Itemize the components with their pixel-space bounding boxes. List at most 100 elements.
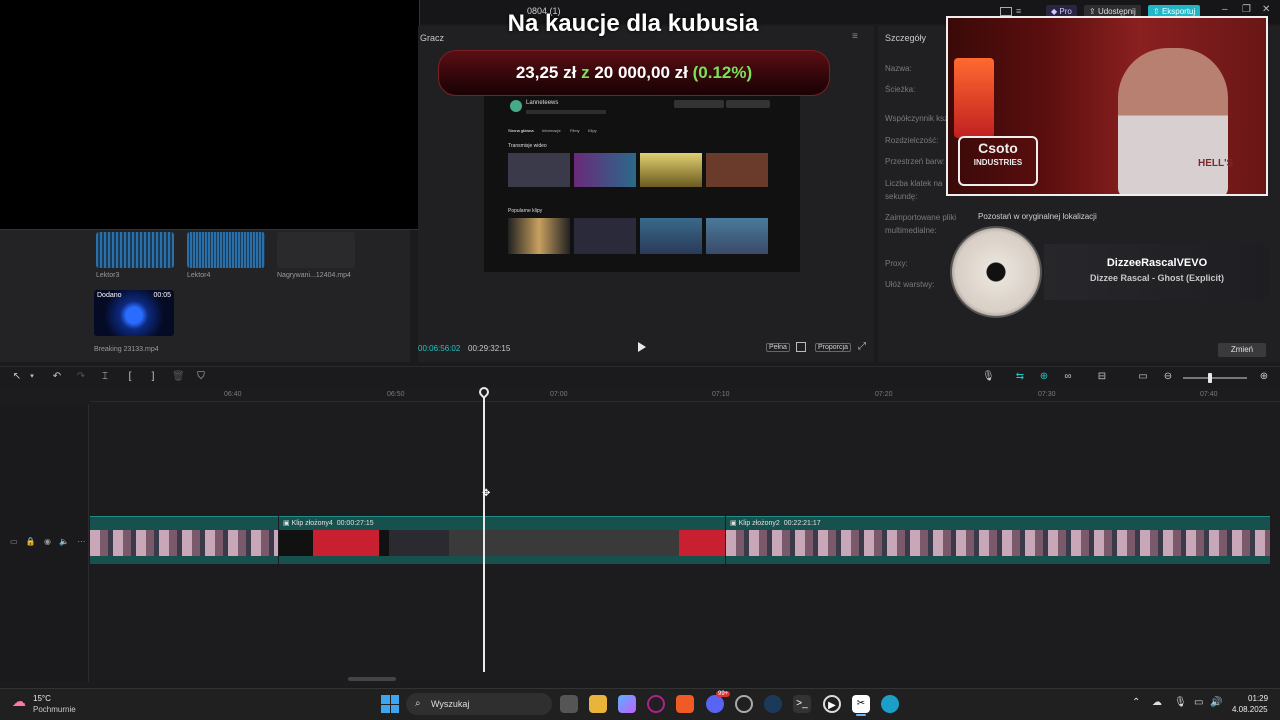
start-icon[interactable]	[381, 695, 399, 713]
caption-icon[interactable]: ▭	[1137, 371, 1149, 383]
player-preview: Lanneteews Strona główna Informacje Film…	[484, 96, 800, 272]
clock-date[interactable]: 4.08.2025	[1232, 705, 1268, 714]
ruler-label: 07:00	[550, 391, 568, 398]
track-cover-icon[interactable]: ▭	[10, 537, 18, 546]
video-card	[508, 153, 570, 187]
detail-label-proxy: Proxy:	[885, 259, 908, 268]
capcut-icon[interactable]: ✂	[852, 695, 870, 713]
chevron-up-icon[interactable]: ⌃	[1132, 697, 1140, 708]
cloud-icon[interactable]: ☁	[1152, 697, 1162, 708]
trim-left-icon[interactable]: [	[124, 371, 136, 383]
export-icon: ⇧	[1153, 7, 1162, 16]
steam-icon[interactable]	[764, 695, 782, 713]
play-button[interactable]	[638, 342, 646, 352]
player-menu-icon[interactable]: ≡	[852, 31, 858, 42]
horizontal-scrollbar[interactable]	[348, 677, 396, 681]
shield-icon[interactable]: ⛉	[195, 371, 207, 383]
zoom-slider-thumb[interactable]	[1208, 373, 1212, 383]
donation-goal: 20 000,00 zł	[594, 63, 688, 82]
clock-time[interactable]: 01:29	[1248, 694, 1268, 703]
media-player-icon[interactable]: ▶	[823, 695, 841, 713]
stream-black-overlay	[0, 0, 420, 230]
ruler-label: 07:10	[712, 391, 730, 398]
copilot-icon[interactable]	[618, 695, 636, 713]
media-item[interactable]: Dodano 00:05 Breaking 23133.mp4	[94, 290, 174, 353]
task-view-icon[interactable]	[560, 695, 578, 713]
redo-icon[interactable]: ↷	[75, 371, 87, 383]
section-title: Popularne klipy	[508, 208, 543, 214]
ruler[interactable]	[90, 388, 1280, 402]
video-card	[706, 218, 768, 254]
video-thumb	[277, 232, 355, 268]
taskbar	[0, 688, 1280, 720]
chrome-icon[interactable]	[735, 695, 753, 713]
shirt-text: HELL'S	[1198, 158, 1234, 169]
playhead[interactable]	[483, 392, 485, 672]
clip[interactable]: ▣ Klip złożony2 00:22:21:17	[726, 516, 1270, 564]
microphone-icon[interactable]: 🎙	[982, 371, 995, 383]
split-icon[interactable]: ⌶	[99, 371, 111, 383]
video-card	[640, 153, 702, 187]
file-explorer-icon[interactable]	[589, 695, 607, 713]
minimize-icon[interactable]: –	[1222, 4, 1228, 15]
magnet-icon[interactable]: ⊕	[1038, 371, 1050, 383]
import-value: Pozostań w oryginalnej lokalizacji	[978, 212, 1097, 221]
chain-icon[interactable]: ∞	[1062, 371, 1074, 383]
pc-case-light	[954, 58, 994, 138]
close-icon[interactable]: ✕	[1262, 4, 1270, 15]
media-item[interactable]: Lektor3	[96, 232, 174, 279]
discord-icon[interactable]	[706, 695, 724, 713]
opera-icon[interactable]	[647, 695, 665, 713]
volume-icon[interactable]: 🔊	[1210, 697, 1222, 708]
webcam-overlay: Csoto INDUSTRIES HELL'S	[946, 16, 1268, 196]
added-badge: Dodano	[97, 292, 122, 299]
microphone-tray-icon[interactable]: 🎙	[1174, 697, 1187, 708]
ratio-button[interactable]: Proporcja	[815, 343, 851, 352]
full-quality-button[interactable]: Pełna	[766, 343, 790, 352]
weather-desc[interactable]: Pochmurnie	[33, 705, 76, 714]
fullscreen-icon[interactable]: ⤢	[858, 341, 866, 352]
total-time: 00:29:32:15	[468, 344, 511, 353]
ruler-label: 07:30	[1038, 391, 1056, 398]
channel-tab: Filmy	[570, 128, 580, 133]
trim-right-icon[interactable]: ]	[147, 371, 159, 383]
delete-icon[interactable]: 🗑	[172, 371, 185, 383]
terminal-icon[interactable]: >_	[793, 695, 811, 713]
zoom-in-icon[interactable]: ⊕	[1258, 371, 1270, 383]
detail-label-fps-1: Liczba klatek na	[885, 179, 943, 188]
taskbar-search[interactable]: ⌕ Wyszukaj	[406, 693, 552, 715]
undo-icon[interactable]: ↶	[51, 371, 63, 383]
more-icon[interactable]: ⋯	[77, 537, 85, 546]
media-item[interactable]: Lektor4	[187, 232, 265, 279]
detail-label-resolution: Rozdzielczość:	[885, 136, 939, 145]
change-button[interactable]: Zmień	[1218, 343, 1266, 357]
clip[interactable]: ▣ Klip złożony4 00:00:27:15	[279, 516, 725, 564]
clip-thumbnails	[90, 530, 278, 556]
weather-icon[interactable]: ☁	[12, 693, 26, 710]
speaker-icon[interactable]: 🔈	[59, 537, 69, 546]
layout-icon[interactable]	[1000, 7, 1012, 16]
ruler-label: 07:20	[875, 391, 893, 398]
menu-icon[interactable]: ≡	[1016, 6, 1021, 16]
ruler-label: 06:50	[387, 391, 405, 398]
zoom-slider-track[interactable]	[1183, 377, 1247, 379]
channel-button	[674, 100, 724, 108]
chevron-down-icon[interactable]: ▾	[26, 371, 38, 383]
video-card	[574, 218, 636, 254]
preview-axis-icon[interactable]: ⊟	[1096, 371, 1108, 383]
media-panel: Lektor3 Lektor4 Nagrywani...12404.mp4 Do…	[0, 230, 410, 362]
link-icon[interactable]: ⇆	[1014, 371, 1026, 383]
eye-icon[interactable]: ◉	[44, 537, 51, 546]
clip[interactable]	[90, 516, 278, 564]
select-tool-icon[interactable]: ↖	[11, 371, 23, 383]
search-icon: ⌕	[415, 698, 421, 709]
screenshot-icon[interactable]	[796, 342, 806, 352]
maximize-icon[interactable]: ❐	[1242, 4, 1251, 15]
display-icon[interactable]: ▭	[1194, 697, 1203, 708]
zoom-out-icon[interactable]: ⊖	[1162, 371, 1174, 383]
brave-icon[interactable]	[676, 695, 694, 713]
weather-temp[interactable]: 15°C	[33, 694, 51, 703]
app-icon[interactable]	[881, 695, 899, 713]
media-item[interactable]: Nagrywani...12404.mp4	[277, 232, 355, 279]
lock-icon[interactable]: 🔒	[26, 537, 36, 546]
